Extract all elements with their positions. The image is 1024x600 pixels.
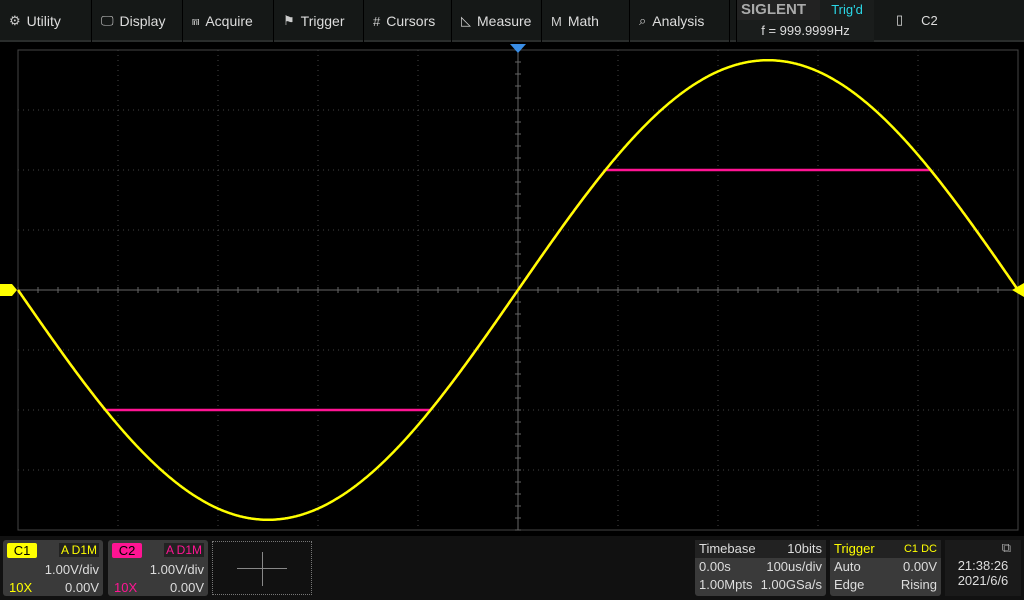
menu-label: Utility bbox=[26, 13, 61, 29]
timebase-delay: 0.00s bbox=[699, 559, 731, 574]
trigger-position-marker bbox=[510, 44, 526, 53]
trigger-source: C1 bbox=[903, 543, 919, 555]
battery-icon: ▯ bbox=[896, 12, 904, 27]
c1-offset: 0.00V bbox=[65, 580, 99, 595]
trigger-title: Trigger bbox=[834, 541, 875, 556]
trigger-slope: Rising bbox=[900, 577, 937, 592]
add-channel-button[interactable] bbox=[212, 541, 312, 595]
monitor-icon: 🖵 bbox=[101, 13, 114, 28]
memory-depth: 1.00Mpts bbox=[699, 577, 753, 592]
c1-vdiv: 1.00V/div bbox=[44, 562, 99, 577]
menu-display[interactable]: 🖵 Display bbox=[92, 0, 183, 42]
menu-utility[interactable]: ⚙ Utility bbox=[0, 0, 92, 42]
sample-rate: 1.00GSa/s bbox=[760, 577, 822, 592]
c2-offset: 0.00V bbox=[170, 580, 204, 595]
cursors-icon: # bbox=[373, 13, 381, 29]
gear-icon: ⚙ bbox=[9, 13, 21, 28]
adc-bits: 10bits bbox=[787, 541, 822, 556]
flag-icon: ⚑ bbox=[283, 13, 295, 28]
c1-info-box[interactable]: C1 A D1M 1.00V/div 10X 0.00V bbox=[3, 540, 103, 596]
menu-label: Cursors bbox=[386, 13, 436, 29]
active-channel-label: C2 bbox=[921, 12, 938, 28]
menu-label: Trigger bbox=[300, 13, 345, 29]
siglent-logo: SIGLENT bbox=[737, 0, 820, 20]
menu-label: Display bbox=[119, 13, 166, 29]
status-bar: C1 A D1M 1.00V/div 10X 0.00V C2 A D1M 1.… bbox=[0, 536, 1024, 600]
clock-box: ⧉ 21:38:26 2021/6/6 bbox=[945, 540, 1021, 596]
c1-tag: C1 bbox=[7, 543, 37, 558]
network-icon: ⧉ bbox=[1001, 540, 1011, 555]
trigger-type: Edge bbox=[834, 577, 865, 592]
menu-label: Measure bbox=[477, 13, 532, 29]
c2-probe: 10X bbox=[114, 580, 138, 595]
menu-label: Acquire bbox=[205, 13, 253, 29]
channel-selector[interactable]: ▯ C2 bbox=[874, 0, 1024, 40]
menu-label: Analysis bbox=[652, 13, 705, 29]
trigger-mode: Auto bbox=[834, 559, 861, 574]
timebase-box[interactable]: Timebase 10bits 0.00s 100us/div 1.00Mpts 1.… bbox=[695, 540, 826, 596]
frequency-readout: f = 999.9999Hz bbox=[737, 20, 874, 42]
menu-label: Math bbox=[567, 13, 599, 29]
c2-vdiv: 1.00V/div bbox=[149, 562, 204, 577]
trigger-status: Trig'd bbox=[820, 0, 874, 20]
c2-tag: C2 bbox=[112, 543, 142, 558]
timebase-title: Timebase bbox=[699, 541, 756, 556]
c1-probe: 10X bbox=[9, 580, 33, 595]
time-per-div: 100us/div bbox=[766, 559, 822, 574]
waveform-display[interactable] bbox=[0, 44, 1024, 534]
c1-coupling: A D1M bbox=[58, 543, 99, 557]
trigger-box[interactable]: Trigger C1 DC Auto 0.00V Edge Rising bbox=[830, 540, 941, 596]
c1-offset-marker bbox=[0, 284, 17, 296]
menu-math[interactable]: M Math bbox=[542, 0, 630, 42]
brand-panel: SIGLENT Trig'd f = 999.9999Hz bbox=[736, 0, 874, 42]
ruler-triangle-icon: ◺ bbox=[461, 13, 471, 28]
menu-trigger[interactable]: ⚑ Trigger bbox=[274, 0, 364, 42]
acquire-icon: ⩎ bbox=[192, 13, 200, 28]
menu-acquire[interactable]: ⩎ Acquire bbox=[183, 0, 274, 42]
clock-time: 21:38:26 bbox=[957, 558, 1009, 573]
math-icon: M bbox=[551, 13, 562, 29]
menu-cursors[interactable]: # Cursors bbox=[364, 0, 452, 42]
menu-analysis[interactable]: ⌕ Analysis bbox=[630, 0, 730, 42]
c2-coupling: A D1M bbox=[163, 543, 204, 557]
menu-bar: ⚙ Utility 🖵 Display ⩎ Acquire ⚑ Trigger # Cursors… bbox=[0, 0, 1024, 42]
clock-date: 2021/6/6 bbox=[957, 573, 1009, 588]
c2-info-box[interactable]: C2 A D1M 1.00V/div 10X 0.00V bbox=[108, 540, 208, 596]
analysis-icon: ⌕ bbox=[639, 13, 647, 28]
trigger-level: 0.00V bbox=[903, 559, 937, 574]
trigger-coupling: DC bbox=[921, 543, 937, 555]
menu-measure[interactable]: ◺ Measure bbox=[452, 0, 542, 42]
